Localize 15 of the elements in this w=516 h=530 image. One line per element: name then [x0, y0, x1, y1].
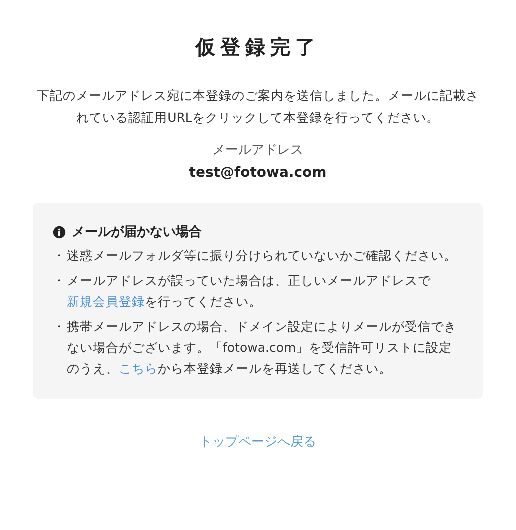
- back-link[interactable]: トップページへ戻る: [200, 433, 316, 451]
- email-label: メールアドレス: [212, 142, 304, 159]
- notice-text: 携帯メールアドレスの場合、ドメイン設定によりメールが受信できない場合がございます。「fotowa.com」を受信許可リストに設定のうえ、こちら から本登録メールを再送してください。: [67, 318, 458, 378]
- inline-link[interactable]: 新規会員登録: [67, 294, 145, 309]
- bullet: ・: [53, 272, 67, 290]
- notice-text: メールアドレスが誤っていた場合は、正しいメールアドレスで 新規会員登録を行ってください。: [67, 272, 432, 311]
- bullet: ・: [53, 318, 67, 336]
- notice-heading: メールが届かない場合: [72, 224, 202, 241]
- page-title: 仮登録完了: [196, 34, 320, 61]
- notice-text: 迷惑メールフォルダ等に振り分けられていないかご確認ください。: [67, 247, 458, 265]
- info-icon: [53, 226, 66, 238]
- email-address: test@fotowa.com: [189, 165, 327, 181]
- message-text: 下記のメールアドレス宛に本登録のご案内を送信しました。メールに記載されている認証用URLをクリックして本登録を行ってください。: [36, 87, 480, 127]
- inline-link[interactable]: こちら: [119, 361, 158, 376]
- bullet: ・: [53, 247, 67, 265]
